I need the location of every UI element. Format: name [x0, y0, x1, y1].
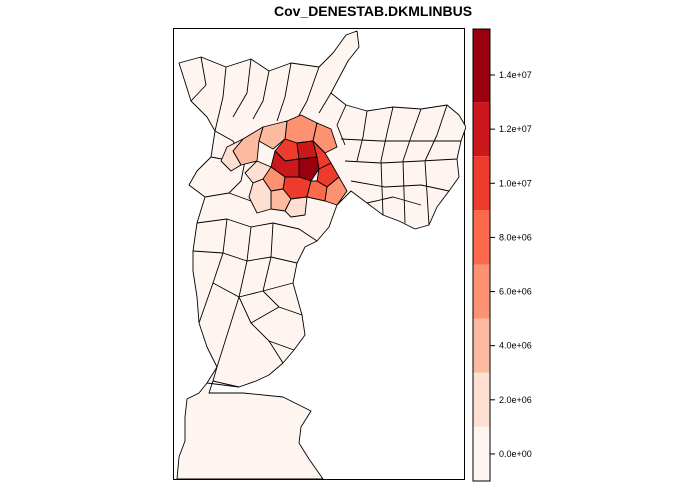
legend-bin-6	[473, 102, 490, 157]
legend-tick-label: 1.2e+07	[499, 124, 532, 134]
legend-tick-label: 2.0e+06	[499, 395, 532, 405]
districts	[176, 30, 466, 480]
legend-bin-7	[473, 29, 490, 103]
legend-bins	[473, 29, 490, 481]
legend-tick-label: 4.0e+06	[499, 341, 532, 351]
choropleth-map	[176, 30, 466, 480]
map-title: Cov_DENESTAB.DKMLINBUS	[273, 3, 473, 19]
legend-tick-label: 1.4e+07	[499, 70, 532, 80]
legend-bin-2	[473, 318, 490, 373]
legend-bin-4	[473, 210, 490, 265]
legend-bin-5	[473, 156, 490, 211]
legend-bin-1	[473, 372, 490, 427]
color-legend: 0.0e+00 2.0e+06 4.0e+06 6.0e+06 8.0e+06 1.0e+…	[472, 28, 532, 482]
legend-tick-label: 1.0e+07	[499, 178, 532, 188]
legend-tick-label: 6.0e+06	[499, 287, 532, 297]
legend-tick-label: 0.0e+00	[499, 449, 532, 459]
legend-bin-0	[473, 426, 490, 481]
legend-bin-3	[473, 264, 490, 319]
legend-ticks: 0.0e+00 2.0e+06 4.0e+06 6.0e+06 8.0e+06 1.0e+…	[490, 70, 532, 459]
map-frame	[173, 28, 466, 480]
legend-tick-label: 8.0e+06	[499, 232, 532, 242]
city-outline	[176, 30, 466, 480]
